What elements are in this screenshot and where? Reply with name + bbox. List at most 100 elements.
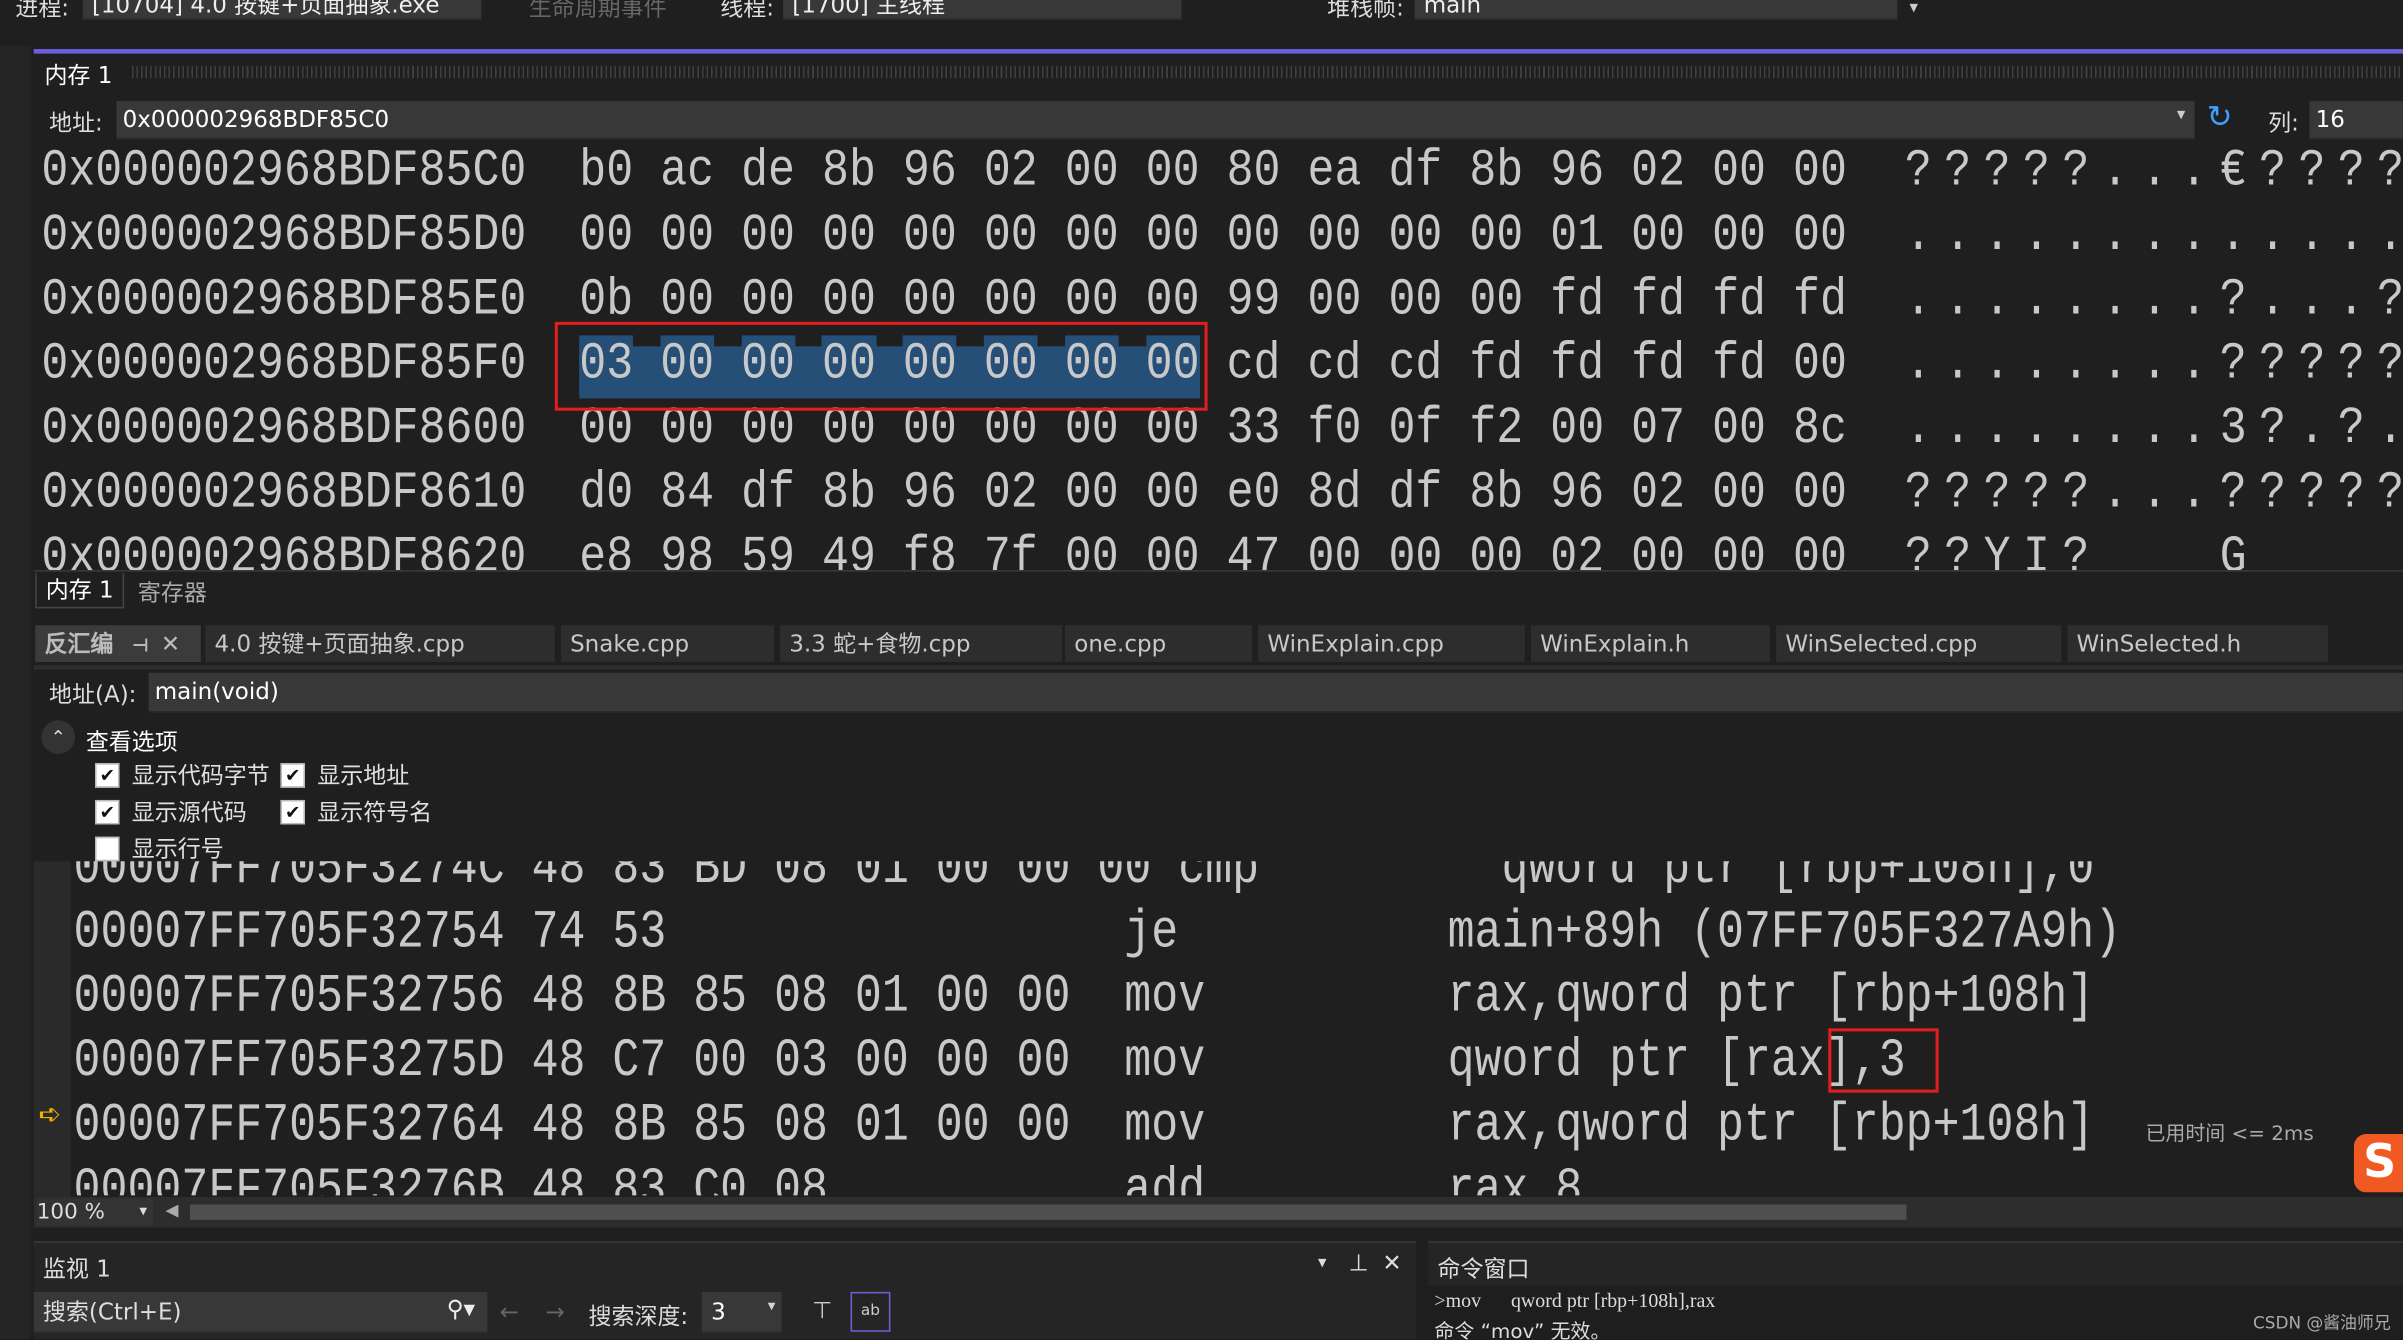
memory-byte[interactable]: fd [1712,335,1766,393]
memory-byte[interactable]: 99 [1227,271,1281,329]
memory-byte[interactable]: 00 [1065,464,1119,522]
memory-byte[interactable]: 00 [1065,207,1119,265]
memory-byte[interactable]: 00 [1712,528,1766,570]
memory-byte[interactable]: cd [1308,335,1362,393]
chevron-down-icon[interactable]: ▾ [2177,104,2185,124]
memory-address-input[interactable]: 0x000002968BDF85C0 ▾ [116,101,2195,140]
disassembly-line[interactable]: 00007FF705F32754 74 53 je main+89h (07FF705… [74,902,2122,963]
memory-byte[interactable]: 00 [660,271,714,329]
memory-byte[interactable]: 00 [1793,147,1847,200]
memory-byte[interactable]: 00 [1146,528,1200,570]
memory-byte[interactable]: fd [1550,271,1604,329]
memory-byte[interactable]: 47 [1227,528,1281,570]
memory-byte[interactable]: 8b [822,147,876,200]
ime-logo-icon[interactable]: S [2353,1134,2403,1193]
memory-byte[interactable]: 8b [1469,464,1523,522]
back-arrow-icon[interactable]: ← [500,1298,519,1326]
memory-byte[interactable]: f0 [1308,400,1362,458]
option-label[interactable]: 显示行号 [132,832,224,864]
memory-byte[interactable]: 02 [984,147,1038,200]
memory-byte[interactable]: cd [1388,335,1442,393]
memory-byte[interactable]: 96 [903,147,957,200]
option-label[interactable]: 显示源代码 [132,795,247,827]
memory-byte[interactable]: 01 [1550,207,1604,265]
pin-watch-icon[interactable]: ⊤ [812,1296,832,1324]
memory-byte[interactable]: 00 [1146,464,1200,522]
memory-byte[interactable]: 00 [1227,207,1281,265]
memory-byte[interactable]: 02 [984,464,1038,522]
watch-search-input[interactable]: 搜索(Ctrl+E) ⚲▾ [33,1291,488,1334]
memory-byte[interactable]: 00 [1065,147,1119,200]
disassembly-line[interactable]: 00007FF705F3276B 48 83 C0 08 add rax,8 [74,1160,1583,1196]
memory-byte[interactable]: 00 [741,271,795,329]
memory-byte[interactable]: 00 [1712,207,1766,265]
refresh-icon[interactable]: ↻ [2207,98,2233,135]
tab-memory-1[interactable]: 内存 1 [35,573,125,609]
memory-byte[interactable]: 00 [1308,271,1362,329]
tab-file[interactable]: WinSelected.h [2067,625,2328,663]
memory-byte[interactable]: 33 [1227,400,1281,458]
scroll-left-icon[interactable]: ◀ [166,1200,179,1220]
memory-byte[interactable]: 00 [1712,400,1766,458]
memory-byte[interactable]: 59 [741,528,795,570]
memory-byte[interactable]: 00 [1550,400,1604,458]
memory-byte[interactable]: 07 [1631,400,1685,458]
disassembly-line[interactable]: 00007FF705F3275D 48 C7 00 03 00 00 00 mov q… [74,1031,1906,1092]
memory-byte[interactable]: 00 [1146,271,1200,329]
tab-registers[interactable]: 寄存器 [138,576,207,608]
memory-byte[interactable]: 8c [1793,400,1847,458]
tab-file[interactable]: one.cpp [1065,625,1253,663]
memory-byte[interactable]: e0 [1227,464,1281,522]
memory-byte[interactable]: 00 [822,271,876,329]
chevron-down-icon[interactable]: ▾ [1318,1252,1326,1272]
memory-byte[interactable]: fd [1631,335,1685,393]
memory-byte[interactable]: 00 [984,207,1038,265]
memory-byte[interactable]: 8d [1308,464,1362,522]
option-checkbox[interactable]: ✔ [95,799,120,825]
memory-byte[interactable]: 00 [822,207,876,265]
memory-byte[interactable]: 00 [1793,528,1847,570]
option-checkbox[interactable]: ✔ [280,799,305,825]
zoom-dropdown[interactable]: 100 % ▾ [36,1198,154,1226]
memory-byte[interactable]: 0f [1388,400,1442,458]
memory-byte[interactable]: 8b [822,464,876,522]
memory-byte[interactable]: 00 [660,207,714,265]
memory-byte[interactable]: df [1388,464,1442,522]
pin-icon[interactable]: ⊣ [132,634,149,655]
memory-byte[interactable]: 00 [903,207,957,265]
memory-byte[interactable]: 00 [1388,271,1442,329]
memory-byte[interactable]: ac [660,147,714,200]
memory-byte[interactable]: 00 [1469,528,1523,570]
columns-input[interactable]: 16 [2309,101,2403,140]
memory-byte[interactable]: 96 [903,464,957,522]
close-icon[interactable]: ✕ [161,630,180,658]
memory-byte[interactable]: 00 [1308,528,1362,570]
memory-byte[interactable]: 00 [1712,464,1766,522]
option-label[interactable]: 显示代码字节 [132,759,270,791]
option-label[interactable]: 显示地址 [317,759,409,791]
memory-byte[interactable]: 98 [660,528,714,570]
memory-byte[interactable]: de [741,147,795,200]
thread-dropdown[interactable]: [1700] 主线程 [783,0,1182,20]
option-label[interactable]: 显示符号名 [317,795,432,827]
memory-byte[interactable]: fd [1469,335,1523,393]
memory-byte[interactable]: 00 [1469,207,1523,265]
memory-byte[interactable]: d0 [579,464,633,522]
memory-byte[interactable]: 00 [1712,147,1766,200]
memory-byte[interactable]: 0b [579,271,633,329]
lifecycle-events-button[interactable]: 生命周期事件 [529,0,667,23]
disassembly-line[interactable]: 00007FF705F3274C 48 83 BD 08 01 00 00 00 c… [74,861,2095,898]
memory-byte[interactable]: 00 [903,271,957,329]
stack-frame-dropdown[interactable]: main [1414,0,1898,20]
memory-byte[interactable]: 96 [1550,464,1604,522]
memory-byte[interactable]: 00 [1388,528,1442,570]
memory-byte[interactable]: 00 [1065,528,1119,570]
memory-byte[interactable]: f8 [903,528,957,570]
forward-arrow-icon[interactable]: → [546,1298,565,1326]
memory-byte[interactable]: fd [1793,271,1847,329]
panel-grip[interactable] [131,65,2400,79]
memory-byte[interactable]: 00 [1793,335,1847,393]
memory-byte[interactable]: 00 [1631,207,1685,265]
tab-file[interactable]: WinSelected.cpp [1776,625,2062,663]
memory-byte[interactable]: 00 [741,207,795,265]
